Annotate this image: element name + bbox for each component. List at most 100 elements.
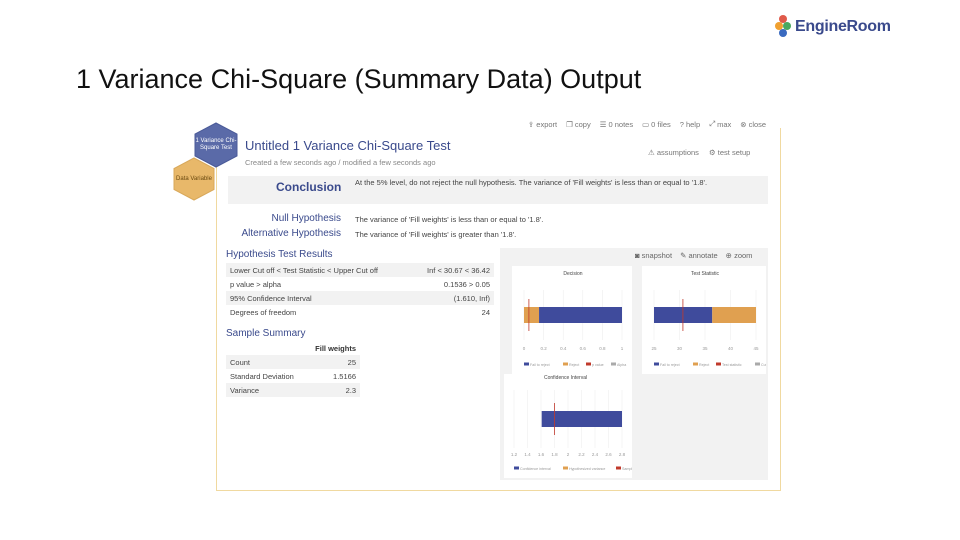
- chart-actions: ◙ snapshot ✎ annotate ⊕ zoom: [635, 251, 752, 260]
- x-tick-label: 0: [523, 346, 526, 351]
- data-hex-node[interactable]: Data Variable: [172, 157, 216, 201]
- x-tick-label: 0.2: [540, 346, 547, 351]
- conclusion-text: At the 5% level, do not reject the null …: [355, 178, 708, 187]
- x-tick-label: 0.4: [560, 346, 567, 351]
- annotate-button[interactable]: ✎ annotate: [680, 251, 718, 260]
- test-timestamps: Created a few seconds ago / modified a f…: [245, 158, 436, 167]
- legend-swatch: [611, 362, 616, 366]
- test-statistic-chart[interactable]: Test Statistic 25 30 35 40 45 Fail to reject Re…: [642, 266, 772, 374]
- summary-column-header: Fill weights: [315, 343, 356, 353]
- conclusion-label: Conclusion: [276, 180, 342, 194]
- camera-icon: ◙: [635, 251, 640, 260]
- export-button[interactable]: ⇪ export: [528, 119, 557, 129]
- legend-label: p value: [592, 363, 604, 367]
- results-table: Lower Cut off < Test Statistic < Upper C…: [226, 263, 494, 319]
- chart-title: Confidence Interval: [544, 375, 588, 381]
- legend-label: Fail to reject: [660, 363, 680, 367]
- row-label: p value > alpha: [230, 279, 282, 289]
- x-tick-label: 30: [677, 346, 683, 351]
- legend-label: Alpha: [617, 363, 626, 367]
- chart-title: Decision: [563, 271, 582, 277]
- row-value: 0.1536 > 0.05: [443, 279, 490, 289]
- confidence-interval-chart[interactable]: 1.2 1.4 1.6 1.8 2 2.2 2.4 2.6 2.8 Confidence inte…: [504, 374, 649, 478]
- table-row: Lower Cut off < Test Statistic < Upper C…: [226, 263, 494, 277]
- notes-icon: ☰: [599, 119, 607, 129]
- table-row: Variance 2.3: [226, 383, 360, 397]
- test-title[interactable]: Untitled 1 Variance Chi-Square Test: [245, 138, 450, 153]
- x-tick-label: 1.2: [511, 452, 518, 457]
- bar-segment: [541, 411, 622, 427]
- data-hex-label: Data Variable: [176, 175, 212, 182]
- max-button[interactable]: ⤢ max: [709, 119, 731, 129]
- x-tick-label: 2.6: [605, 452, 612, 457]
- slide-title: 1 Variance Chi-Square (Summary Data) Out…: [76, 64, 642, 94]
- bar-segment: [712, 307, 756, 323]
- x-tick-label: 0.6: [580, 346, 587, 351]
- confidence-interval-chart-svg: 1.2 1.4 1.6 1.8 2 2.2 2.4 2.6 2.8 Confidence inte…: [511, 390, 649, 471]
- help-icon: ?: [679, 119, 684, 129]
- legend-swatch: [563, 362, 568, 366]
- bar-segment: [524, 307, 540, 323]
- copy-icon: ❐: [566, 119, 573, 129]
- legend-label: Confidence interval: [520, 467, 551, 471]
- table-row: 95% Confidence Interval (1.610, Inf): [226, 291, 494, 305]
- assumptions-button[interactable]: ⚠ assumptions: [648, 148, 699, 157]
- table-row: p value > alpha 0.1536 > 0.05: [226, 277, 494, 291]
- x-tick-label: 1.6: [538, 452, 545, 457]
- zoom-icon: ⊕: [725, 251, 732, 260]
- copy-button[interactable]: ❐ copy: [566, 119, 591, 129]
- legend-swatch: [654, 362, 659, 366]
- x-tick-label: 25: [651, 346, 657, 351]
- legend-swatch: [514, 466, 519, 470]
- folder-icon: ▭: [642, 119, 650, 129]
- pencil-icon: ✎: [680, 251, 687, 260]
- help-button[interactable]: ? help: [680, 119, 700, 129]
- test-actions: ⚠ assumptions ⚙ test setup: [648, 148, 750, 157]
- snapshot-button[interactable]: ◙ snapshot: [635, 251, 672, 260]
- x-tick-label: 1.8: [551, 452, 558, 457]
- row-value: 24: [481, 307, 490, 317]
- legend-swatch: [563, 466, 568, 470]
- legend-label: Reject: [569, 363, 579, 367]
- null-hypothesis-label: Null Hypothesis: [271, 213, 341, 224]
- export-icon: ⇪: [528, 119, 535, 129]
- row-label: Degrees of freedom: [230, 307, 297, 317]
- legend-label: Cut off: [761, 363, 766, 367]
- row-value: Inf < 30.67 < 36.42: [410, 263, 494, 277]
- files-button[interactable]: ▭ 0 files: [642, 119, 671, 129]
- row-label: 95% Confidence Interval: [226, 291, 411, 305]
- x-tick-label: 1: [621, 346, 624, 351]
- chart-title: Test Statistic: [691, 271, 720, 277]
- test-setup-button[interactable]: ⚙ test setup: [709, 148, 750, 157]
- legend-swatch: [693, 362, 698, 366]
- legend-swatch: [716, 362, 721, 366]
- summary-table: Fill weights Count 25 Standard Deviation 1…: [226, 341, 360, 397]
- legend-label: Test statistic: [722, 363, 742, 367]
- legend-swatch: [586, 362, 591, 366]
- zoom-button[interactable]: ⊕ zoom: [726, 251, 753, 260]
- alt-hypothesis-text: The variance of 'Fill weights' is greate…: [355, 230, 517, 239]
- decision-chart[interactable]: Decision 0 0.2 0.4 0.6 0.8 1 Fail to reject Reje…: [512, 266, 632, 374]
- x-tick-label: 1.4: [524, 452, 531, 457]
- logo-text: EngineRoom: [795, 18, 891, 35]
- legend-label: Sample variance: [622, 467, 632, 471]
- decision-chart-svg: Decision 0 0.2 0.4 0.6 0.8 1 Fail to reject Reje…: [523, 271, 626, 367]
- legend-label: Hypothesized variance: [569, 467, 605, 471]
- table-row: Count 25: [226, 355, 360, 369]
- x-tick-label: 0.8: [599, 346, 606, 351]
- alt-hypothesis-label: Alternative Hypothesis: [241, 228, 342, 239]
- bar-segment: [539, 307, 622, 323]
- engineroom-logo: EngineRoom: [775, 14, 891, 40]
- row-label: Lower Cut off < Test Statistic < Upper C…: [226, 263, 411, 277]
- x-tick-label: 40: [728, 346, 734, 351]
- x-tick-label: 2.4: [592, 452, 599, 457]
- legend-swatch: [755, 362, 760, 366]
- close-icon: ⊗: [740, 119, 747, 129]
- legend-swatch: [616, 466, 621, 470]
- gear-icon: ⚙: [708, 148, 716, 157]
- notes-button[interactable]: ☰ 0 notes: [600, 119, 633, 129]
- x-tick-label: 2.2: [578, 452, 585, 457]
- close-button[interactable]: ⊗ close: [740, 119, 766, 129]
- legend-label: Fail to reject: [530, 363, 550, 367]
- x-tick-label: 35: [702, 346, 708, 351]
